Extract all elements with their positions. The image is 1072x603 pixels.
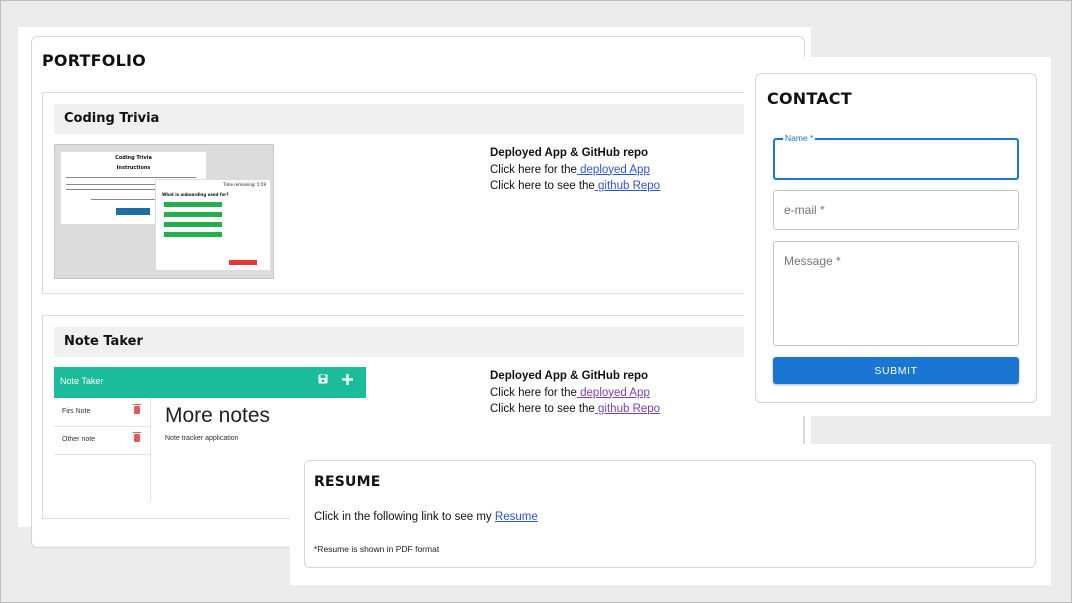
timer-text: Time remaining: 5:59 [223, 182, 266, 187]
project-header: Note Taker [54, 327, 803, 357]
end-button [229, 260, 257, 265]
trivia-subtitle: Instructions [116, 165, 151, 171]
project-header: Coding Trivia [54, 104, 803, 134]
note-label: Other note [62, 436, 96, 443]
repo-link-prefix: Click here to see the [490, 180, 595, 192]
repo-link-row: Click here to see the github Repo [490, 401, 660, 418]
submit-button[interactable]: SUBMIT [773, 357, 1019, 384]
project-screenshot[interactable]: Coding Trivia Instructions What is onboa… [54, 144, 274, 279]
email-input[interactable] [774, 191, 1018, 229]
note-taker-title: Note Taker [60, 376, 104, 386]
start-button [116, 208, 150, 215]
project-title: Note Taker [64, 334, 143, 349]
resume-title: RESUME [314, 474, 381, 490]
resume-link[interactable]: Resume [495, 511, 538, 523]
links-heading: Deployed App & GitHub repo [490, 370, 649, 382]
text-line [66, 177, 196, 178]
github-repo-link[interactable]: github Repo [595, 180, 660, 192]
plus-icon [340, 374, 354, 388]
note-body: Note tracker application [165, 435, 239, 442]
save-icon [316, 374, 330, 388]
repo-link-prefix: Click here to see the [490, 403, 595, 415]
portfolio-title: PORTFOLIO [42, 51, 146, 70]
contact-title: CONTACT [767, 89, 852, 108]
question-text: What is onboarding used for? [162, 192, 229, 197]
name-field[interactable]: Name * [773, 133, 1019, 180]
answer-option [164, 202, 222, 207]
deployed-app-link[interactable]: deployed App [577, 164, 650, 176]
note-taker-navbar: Note Taker [54, 367, 366, 398]
resume-card: RESUME Click in the following link to se… [304, 460, 1036, 568]
text-line [66, 184, 156, 185]
note-label: Firs Note [62, 408, 91, 415]
name-label: Name * [783, 133, 816, 143]
note-title: More notes [165, 404, 271, 427]
resume-text-prefix: Click in the following link to see my [314, 511, 495, 523]
message-input[interactable] [774, 242, 1018, 345]
project-links: Deployed App & GitHub repo Click here fo… [490, 368, 660, 418]
trash-icon [133, 432, 141, 442]
links-heading: Deployed App & GitHub repo [490, 147, 649, 159]
deployed-app-link[interactable]: deployed App [577, 387, 650, 399]
resume-note: *Resume is shown in PDF format [314, 544, 440, 554]
email-field[interactable] [773, 190, 1019, 230]
note-list-item: Firs Note [54, 398, 150, 427]
project-title: Coding Trivia [64, 111, 160, 126]
trivia-title: Coding Trivia [115, 155, 152, 161]
project-card-coding-trivia: Coding Trivia Coding Trivia Instructions… [42, 92, 804, 294]
contact-card: CONTACT Name * SUBMIT [755, 73, 1037, 403]
answer-option [164, 222, 222, 227]
app-link-row: Click here for the deployed App [490, 162, 660, 179]
notes-sidebar: Firs Note Other note [54, 398, 151, 501]
answer-option [164, 232, 222, 237]
app-link-prefix: Click here for the [490, 163, 577, 176]
project-links: Deployed App & GitHub repo Click here fo… [490, 145, 660, 195]
app-link-prefix: Click here for the [490, 386, 577, 399]
message-field[interactable] [773, 241, 1019, 346]
note-list-item: Other note [54, 426, 150, 455]
repo-link-row: Click here to see the github Repo [490, 178, 660, 195]
trivia-question-panel: What is onboarding used for? Time remain… [155, 179, 271, 271]
answer-option [164, 212, 222, 217]
name-input[interactable] [775, 140, 1017, 178]
resume-text: Click in the following link to see my Re… [314, 511, 538, 523]
github-repo-link[interactable]: github Repo [595, 403, 660, 415]
trash-icon [133, 404, 141, 414]
app-link-row: Click here for the deployed App [490, 385, 660, 402]
